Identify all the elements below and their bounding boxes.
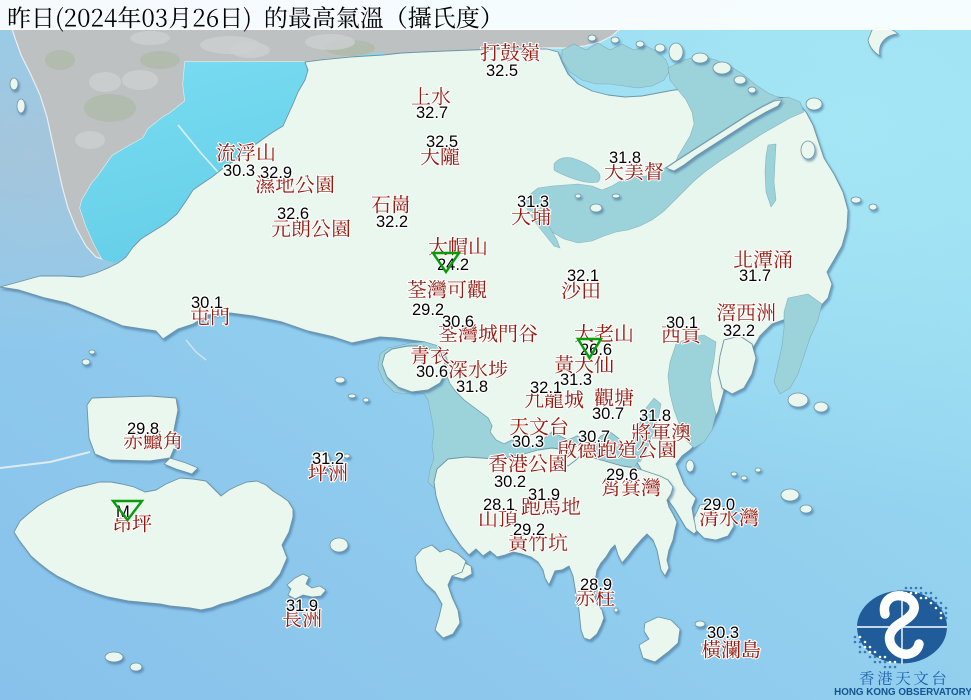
svg-text:32.2: 32.2 — [376, 213, 408, 231]
svg-text:31.8: 31.8 — [639, 407, 671, 425]
svg-text:32.7: 32.7 — [416, 104, 448, 122]
svg-text:29.2: 29.2 — [412, 301, 444, 319]
svg-text:31.8: 31.8 — [456, 378, 488, 396]
svg-text:30.3: 30.3 — [512, 433, 544, 451]
svg-text:32.6: 32.6 — [277, 205, 309, 223]
svg-text:32.9: 32.9 — [260, 164, 292, 182]
svg-text:30.1: 30.1 — [666, 314, 698, 332]
svg-text:30.3: 30.3 — [223, 162, 255, 180]
svg-text:29.6: 29.6 — [606, 466, 638, 484]
svg-text:28.9: 28.9 — [580, 576, 612, 594]
svg-text:HONG KONG OBSERVATORY: HONG KONG OBSERVATORY — [834, 687, 971, 698]
svg-text:30.7: 30.7 — [578, 428, 610, 446]
svg-text:30.3: 30.3 — [707, 624, 739, 642]
svg-text:29.8: 29.8 — [127, 420, 159, 438]
svg-text:30.6: 30.6 — [442, 313, 474, 331]
svg-text:32.1: 32.1 — [530, 379, 562, 397]
svg-text:31.7: 31.7 — [739, 267, 771, 285]
svg-text:31.9: 31.9 — [528, 486, 560, 504]
svg-text:28.1: 28.1 — [483, 496, 515, 514]
svg-text:32.2: 32.2 — [723, 322, 755, 340]
svg-text:30.7: 30.7 — [592, 405, 624, 423]
svg-text:31.9: 31.9 — [286, 597, 318, 615]
svg-text:32.1: 32.1 — [567, 267, 599, 285]
svg-text:30.1: 30.1 — [191, 294, 223, 312]
svg-text:31.2: 31.2 — [312, 450, 344, 468]
svg-text:31.3: 31.3 — [560, 371, 592, 389]
svg-text:31.3: 31.3 — [517, 193, 549, 211]
svg-text:30.2: 30.2 — [494, 473, 526, 491]
svg-text:32.5: 32.5 — [486, 62, 518, 80]
svg-text:29.2: 29.2 — [513, 521, 545, 539]
svg-text:29.0: 29.0 — [703, 496, 735, 514]
svg-text:32.5: 32.5 — [426, 133, 458, 151]
svg-text:30.6: 30.6 — [416, 363, 448, 381]
svg-text:31.8: 31.8 — [609, 149, 641, 167]
